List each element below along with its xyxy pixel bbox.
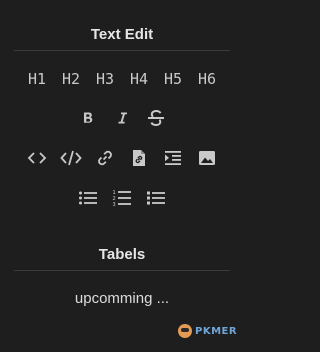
numbered-list-icon: 1 2 3	[113, 190, 131, 207]
heading-row: H1 H2 H3 H4 H5 H6	[0, 66, 244, 92]
inline-code-icon	[27, 152, 47, 164]
text-edit-divider	[14, 50, 230, 51]
link-button[interactable]	[88, 145, 122, 171]
pkmer-logo-text: PKMER	[195, 325, 238, 337]
embed-file-button[interactable]	[122, 145, 156, 171]
heading-4-button[interactable]: H4	[122, 66, 156, 92]
heading-2-button[interactable]: H2	[54, 66, 88, 92]
image-button[interactable]	[190, 145, 224, 171]
list-row: 1 2 3	[0, 185, 244, 211]
svg-text:3: 3	[113, 202, 116, 207]
italic-button[interactable]	[105, 105, 139, 131]
bold-icon	[84, 112, 93, 123]
heading-5-button[interactable]: H5	[156, 66, 190, 92]
italic-icon	[118, 112, 127, 124]
indent-button[interactable]	[156, 145, 190, 171]
pkmer-logo: PKMER	[178, 323, 237, 339]
strikethrough-button[interactable]	[139, 105, 173, 131]
bullet-list-button[interactable]	[71, 185, 105, 211]
link-icon	[98, 150, 112, 166]
numbered-list-button[interactable]: 1 2 3	[105, 185, 139, 211]
inline-code-button[interactable]	[20, 145, 54, 171]
tables-divider	[14, 270, 230, 271]
task-list-button[interactable]	[139, 185, 173, 211]
image-icon	[199, 151, 215, 165]
pkmer-logo-icon	[178, 324, 192, 338]
code-block-button[interactable]	[54, 145, 88, 171]
task-list-icon	[147, 191, 165, 205]
format-row	[0, 105, 244, 131]
strikethrough-icon	[148, 109, 164, 127]
heading-6-button[interactable]: H6	[190, 66, 224, 92]
tables-status-text: upcomming ...	[74, 290, 170, 307]
code-block-icon	[60, 150, 82, 166]
indent-icon	[165, 151, 181, 165]
tables-title: Tabels	[98, 246, 146, 263]
embed-file-icon	[133, 150, 145, 166]
bullet-list-icon	[79, 191, 97, 205]
bold-button[interactable]	[71, 105, 105, 131]
text-edit-title: Text Edit	[90, 26, 154, 43]
toolbar-panel: Text Edit H1 H2 H3 H4 H5 H6 1 2 3 Tabels…	[0, 0, 244, 352]
heading-3-button[interactable]: H3	[88, 66, 122, 92]
insert-row	[0, 145, 244, 171]
heading-1-button[interactable]: H1	[20, 66, 54, 92]
